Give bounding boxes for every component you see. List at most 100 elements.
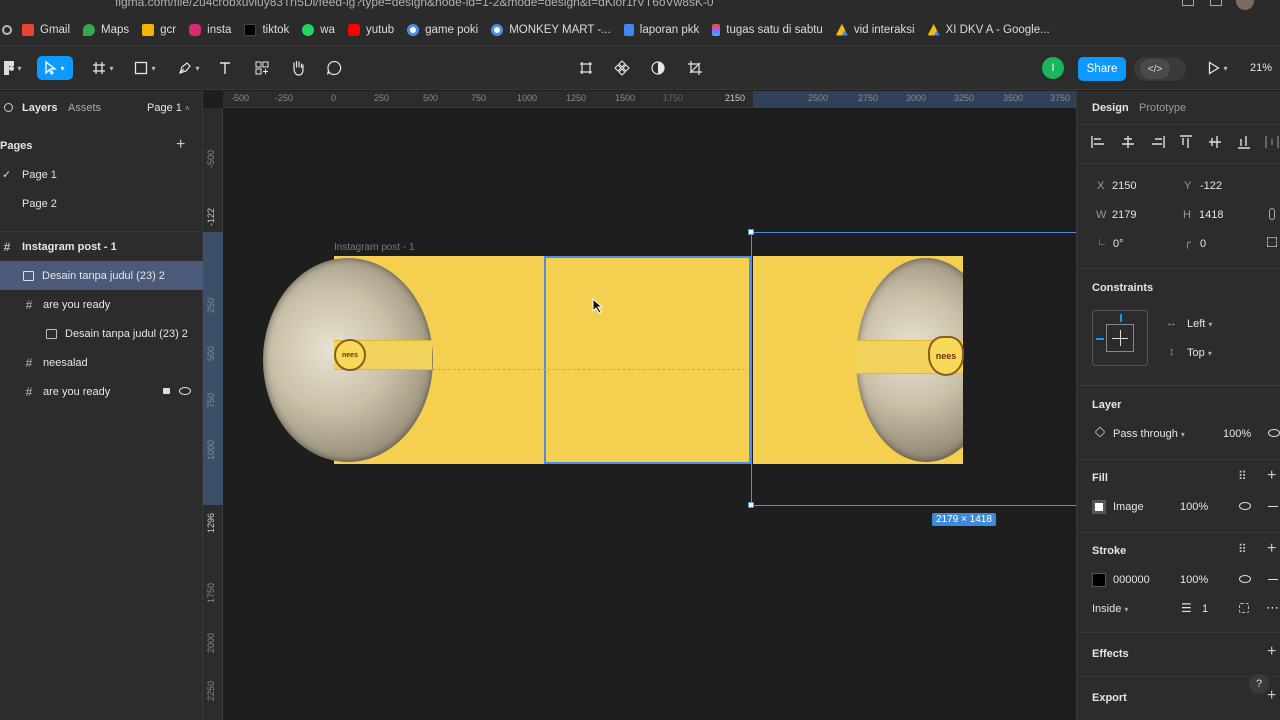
stroke-opacity-input[interactable]: 100% (1180, 574, 1208, 586)
stroke-position-select[interactable]: Inside ▾ (1092, 603, 1128, 615)
stroke-color-swatch[interactable] (1092, 573, 1106, 587)
align-right-icon[interactable] (1151, 135, 1165, 149)
frame-label[interactable]: Instagram post - 1 (334, 242, 415, 253)
profile-avatar-icon[interactable] (1236, 0, 1254, 10)
add-export-icon[interactable]: + (1267, 687, 1276, 705)
component-button[interactable] (610, 56, 634, 80)
distribute-icon[interactable] (1265, 135, 1279, 149)
fill-opacity-input[interactable]: 100% (1180, 501, 1208, 513)
share-button[interactable]: Share (1078, 57, 1126, 81)
bookmark-wa[interactable]: wa (302, 23, 335, 36)
bookmark-xi-dkv[interactable]: XI DKV A - Google... (927, 23, 1050, 36)
constraint-widget[interactable] (1092, 310, 1148, 366)
individual-strokes-icon[interactable] (1239, 603, 1249, 613)
comment-tool-button[interactable] (322, 56, 346, 80)
bookmark-gcr[interactable]: gcr (142, 23, 176, 36)
rotation-input[interactable]: 0° (1113, 238, 1124, 250)
shape-tool-button[interactable]: ▾ (128, 56, 162, 80)
artwork-tile-middle[interactable] (544, 256, 751, 464)
resources-button[interactable] (250, 56, 274, 80)
align-top-icon[interactable] (1179, 135, 1193, 149)
bookmark-tiktok[interactable]: tiktok (244, 23, 289, 36)
pen-tool-button[interactable]: ▾ (172, 56, 206, 80)
create-component-button[interactable] (574, 56, 598, 80)
text-tool-button[interactable] (214, 56, 236, 80)
resize-handle[interactable] (748, 229, 754, 235)
url-text[interactable]: figma.com/file/2u4crobxuviuy83TrI5Di/fee… (115, 0, 714, 9)
design-canvas[interactable]: Instagram post - 1 nees nees 2179 × 1418 (223, 108, 1076, 720)
h-input[interactable]: 1418 (1199, 209, 1223, 221)
move-tool-button[interactable]: ▾ (37, 56, 73, 80)
search-icon[interactable] (4, 103, 13, 112)
add-page-icon[interactable]: + (176, 136, 185, 154)
more-options-icon[interactable]: ⋯ (1266, 600, 1279, 616)
w-input[interactable]: 2179 (1112, 209, 1136, 221)
bookmark-insta[interactable]: insta (189, 23, 231, 36)
independent-corners-icon[interactable] (1267, 237, 1277, 247)
y-input[interactable]: -122 (1200, 180, 1222, 192)
tab-assets[interactable]: Assets (68, 102, 101, 114)
layer-row-instagram-post[interactable]: # Instagram post - 1 (0, 232, 203, 261)
page-item-2[interactable]: Page 2 (0, 189, 203, 218)
bookmark-vid-interaksi[interactable]: vid interaksi (835, 23, 915, 36)
bookmark-tugas[interactable]: tugas satu di sabtu (712, 23, 823, 36)
bookmark-game-poki[interactable]: game poki (407, 23, 478, 36)
zoom-level[interactable]: 21% (1250, 62, 1272, 74)
eye-icon[interactable] (1239, 502, 1251, 510)
blend-mode-select[interactable]: Pass through ▾ (1113, 428, 1185, 440)
fill-type-label[interactable]: Image (1113, 501, 1144, 513)
layer-row-desain-image[interactable]: Desain tanpa judul (23) 2 (0, 261, 203, 290)
maximize-window-icon[interactable] (1210, 0, 1222, 6)
align-left-icon[interactable] (1091, 135, 1105, 149)
hand-tool-button[interactable] (286, 56, 310, 80)
main-menu-button[interactable]: ▾ (0, 56, 26, 80)
style-grid-icon[interactable]: ⠿ (1238, 469, 1247, 483)
layer-row-neesalad[interactable]: # neesalad (0, 348, 203, 377)
align-vertical-center-icon[interactable] (1208, 135, 1222, 149)
lock-icon[interactable] (163, 388, 170, 394)
crop-button[interactable] (683, 56, 707, 80)
eye-icon[interactable] (179, 387, 191, 395)
horizontal-constraint-select[interactable]: Left ▾ (1187, 318, 1212, 330)
apps-icon[interactable] (2, 24, 12, 35)
resize-handle[interactable] (748, 502, 754, 508)
tab-prototype[interactable]: Prototype (1139, 102, 1186, 114)
vertical-constraint-select[interactable]: Top ▾ (1187, 347, 1212, 359)
selection-bounding-box[interactable] (751, 232, 1076, 506)
add-stroke-icon[interactable]: + (1267, 540, 1276, 558)
bookmark-monkey-mart[interactable]: MONKEY MART -... (491, 23, 611, 36)
remove-stroke-icon[interactable] (1268, 579, 1278, 580)
stroke-color-input[interactable]: 000000 (1113, 574, 1150, 586)
align-horizontal-center-icon[interactable] (1121, 135, 1135, 149)
page-selector[interactable]: Page 1 ˄ (147, 102, 190, 114)
constrain-proportions-icon[interactable] (1269, 208, 1275, 220)
present-button[interactable]: ▾ (1200, 56, 1236, 80)
image-fill-swatch[interactable] (1092, 500, 1106, 514)
browser-address-bar[interactable]: figma.com/file/2u4crobxuviuy83TrI5Di/fee… (0, 0, 1280, 14)
bookmark-laporan-pkk[interactable]: laporan pkk (623, 23, 699, 36)
layer-opacity-input[interactable]: 100% (1223, 428, 1251, 440)
style-grid-icon[interactable]: ⠿ (1238, 542, 1247, 556)
layer-row-are-you-ready[interactable]: # are you ready (0, 290, 203, 319)
layer-row-are-you-ready-2[interactable]: # are you ready (0, 377, 203, 406)
remove-fill-icon[interactable] (1268, 506, 1278, 507)
eye-icon[interactable] (1239, 575, 1251, 583)
bookmark-gmail[interactable]: Gmail (22, 23, 70, 36)
dev-mode-toggle[interactable]: </> (1134, 57, 1186, 81)
x-input[interactable]: 2150 (1112, 180, 1136, 192)
bookmark-maps[interactable]: Maps (83, 23, 129, 36)
user-avatar[interactable]: I (1042, 57, 1064, 79)
frame-tool-button[interactable]: ▾ (86, 56, 120, 80)
bookmark-yutub[interactable]: yutub (347, 23, 394, 36)
eye-icon[interactable] (1268, 429, 1280, 437)
add-fill-icon[interactable]: + (1267, 467, 1276, 485)
corner-radius-input[interactable]: 0 (1200, 238, 1206, 250)
tab-design[interactable]: Design (1092, 102, 1129, 114)
help-button[interactable]: ? (1249, 674, 1269, 694)
stroke-weight-input[interactable]: 1 (1202, 603, 1208, 615)
align-bottom-icon[interactable] (1237, 135, 1251, 149)
add-effect-icon[interactable]: + (1267, 643, 1276, 661)
minimize-window-icon[interactable] (1182, 0, 1194, 6)
tab-layers[interactable]: Layers (22, 102, 57, 114)
mask-button[interactable] (646, 56, 670, 80)
